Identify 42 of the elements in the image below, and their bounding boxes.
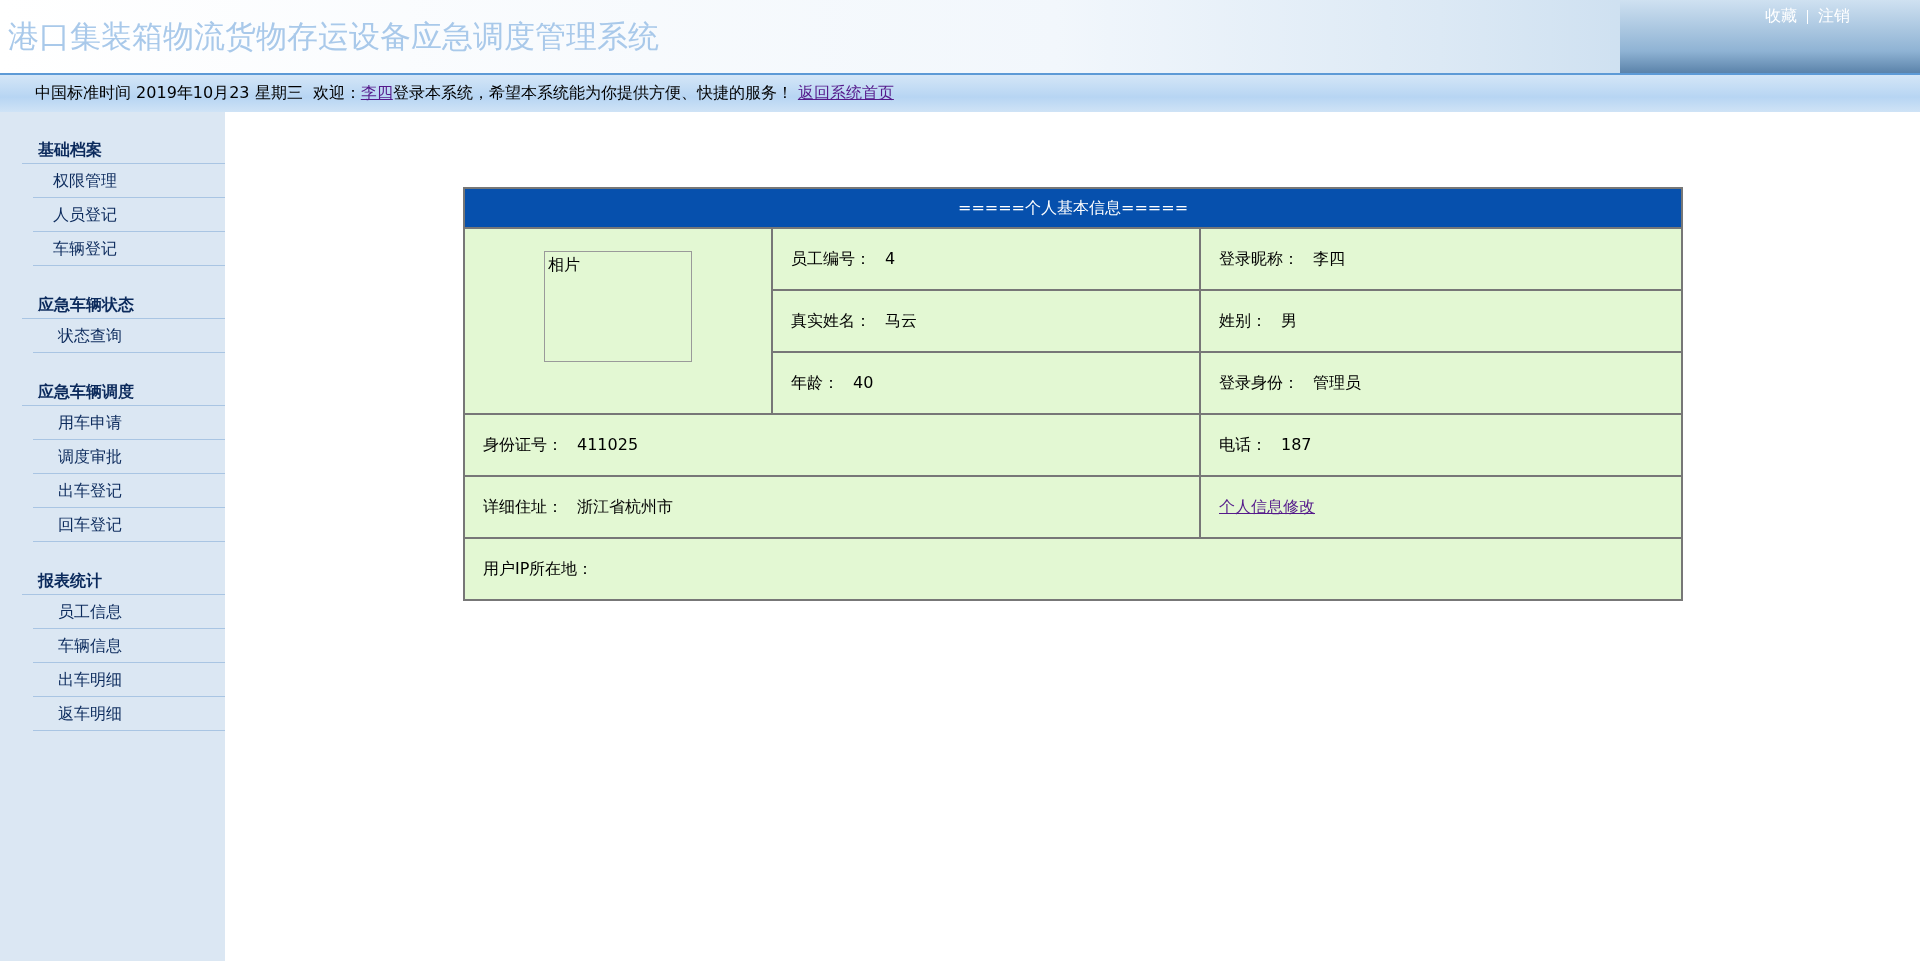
field-label: 真实姓名： xyxy=(791,310,871,330)
field-label: 员工编号： xyxy=(791,248,871,268)
field-value: 4 xyxy=(885,248,896,268)
sidebar-item[interactable]: 调度审批 xyxy=(33,440,225,474)
sidebar-group-title: 应急车辆状态 xyxy=(22,292,225,319)
sidebar-item[interactable]: 车辆登记 xyxy=(33,232,225,266)
photo-field: 相片 xyxy=(544,250,692,362)
home-link[interactable]: 返回系统首页 xyxy=(797,83,894,102)
edit-profile-link[interactable]: 个人信息修改 xyxy=(1219,496,1315,516)
field-value: 187 xyxy=(1281,434,1312,454)
welcome-message: 中国标准时间 2019年10月23 星期三 欢迎：李四登录本系统，希望本系统能为你提供方便、快捷的服务！ 返回系统首页 xyxy=(35,83,894,104)
sidebar-item[interactable]: 人员登记 xyxy=(33,198,225,232)
field-value: 马云 xyxy=(885,310,917,330)
field-label: 登录身份： xyxy=(1219,372,1299,392)
sidebar-item[interactable]: 员工信息 xyxy=(33,595,225,629)
field-label: 年龄： xyxy=(791,372,839,392)
sidebar-group-title: 应急车辆调度 xyxy=(22,379,225,406)
field-value: 浙江省杭州市 xyxy=(577,496,673,516)
system-title: 港口集装箱物流货物存运设备应急调度管理系统 xyxy=(8,18,659,56)
field-value: 411025 xyxy=(577,434,639,454)
sidebar-item[interactable]: 出车登记 xyxy=(33,474,225,508)
field-label: 用户IP所在地： xyxy=(483,558,594,578)
field-label: 电话： xyxy=(1219,434,1267,454)
field-label: 姓别： xyxy=(1219,310,1267,330)
sidebar-group-title: 报表统计 xyxy=(22,568,225,595)
field-value: 男 xyxy=(1281,310,1297,330)
field-label: 详细住址： xyxy=(483,496,563,516)
sidebar-group-title: 基础档案 xyxy=(22,137,225,164)
field-label: 登录昵称： xyxy=(1219,248,1299,268)
field-value: 40 xyxy=(853,372,874,392)
sidebar-item[interactable]: 权限管理 xyxy=(33,164,225,198)
field-value: 李四 xyxy=(1313,248,1345,268)
user-link[interactable]: 李四 xyxy=(360,83,393,102)
field-value: 管理员 xyxy=(1313,372,1361,392)
sidebar-item[interactable]: 状态查询 xyxy=(33,319,225,353)
field-label: 身份证号： xyxy=(483,434,563,454)
sidebar-item[interactable]: 出车明细 xyxy=(33,663,225,697)
sidebar-item[interactable]: 车辆信息 xyxy=(33,629,225,663)
sidebar-item[interactable]: 用车申请 xyxy=(33,406,225,440)
sidebar-item[interactable]: 返车明细 xyxy=(33,697,225,731)
sidebar-item[interactable]: 回车登记 xyxy=(33,508,225,542)
table-title: =====个人基本信息===== xyxy=(464,188,1682,228)
